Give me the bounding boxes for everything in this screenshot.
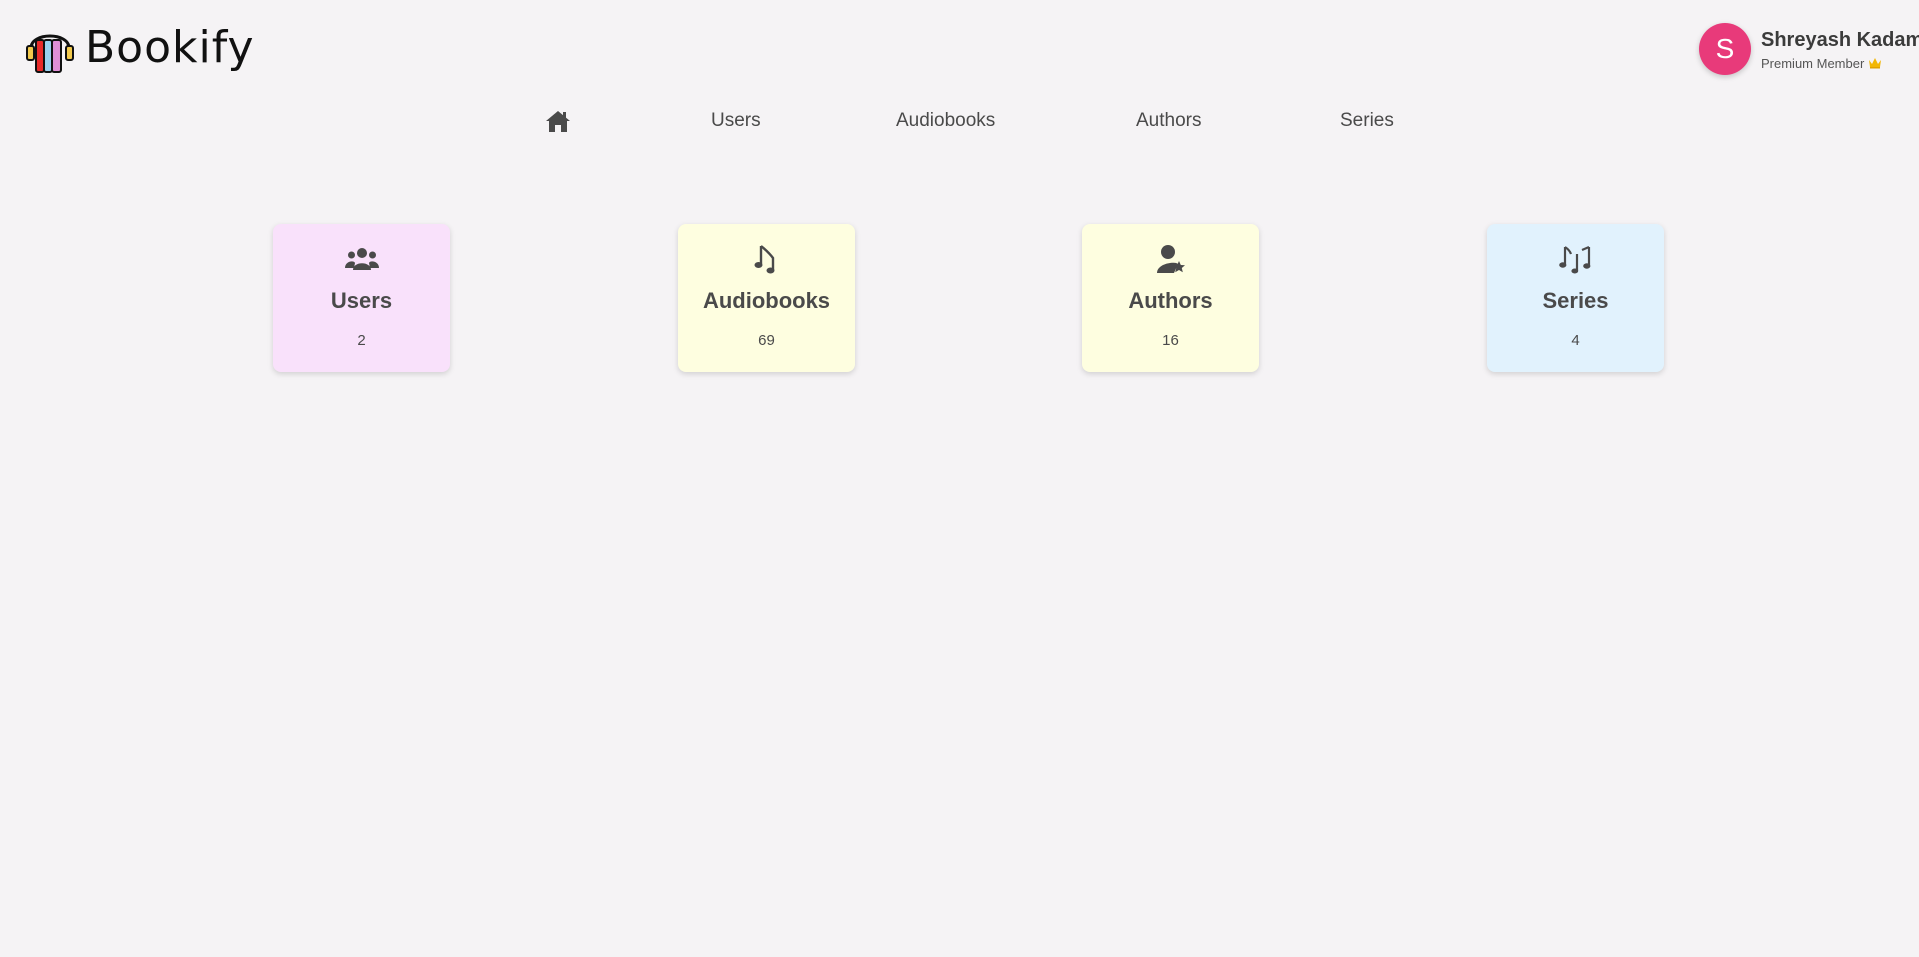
card-series-count: 4 [1571,332,1580,349]
card-users[interactable]: Users 2 [273,224,450,372]
nav-users[interactable]: Users [711,105,761,137]
main-nav: Users Audiobooks Authors Series [0,105,1919,137]
user-profile[interactable]: S Shreyash Kadam Premium Member [1699,22,1919,76]
avatar[interactable]: S [1699,23,1751,75]
card-authors[interactable]: Authors 16 [1082,224,1259,372]
card-audiobooks-title: Audiobooks [702,288,831,313]
card-users-title: Users [330,288,393,313]
nav-audiobooks[interactable]: Audiobooks [896,105,995,137]
profile-name: Shreyash Kadam [1761,28,1919,51]
card-audiobooks[interactable]: Audiobooks 69 [678,224,855,372]
home-icon [546,111,570,132]
profile-tier: Premium Member [1761,56,1919,71]
card-authors-title: Authors [1128,288,1213,313]
card-series[interactable]: Series 4 [1487,224,1664,372]
card-authors-count: 16 [1162,332,1179,349]
app-logo[interactable]: Bookify [25,20,255,76]
nav-authors[interactable]: Authors [1136,105,1201,137]
card-series-title: Series [1542,288,1609,313]
music-note-icon [754,242,780,276]
card-users-count: 2 [357,332,366,349]
nav-series[interactable]: Series [1340,105,1394,137]
users-icon [344,242,379,276]
user-star-icon [1156,242,1186,276]
profile-tier-label: Premium Member [1761,55,1865,71]
logo-headphones-books-icon [26,34,74,73]
logo-text: Bookify [85,22,255,73]
nav-home[interactable] [545,105,571,137]
card-audiobooks-count: 69 [758,332,775,349]
crown-icon [1869,58,1882,69]
profile-info: Shreyash Kadam Premium Member [1761,28,1919,71]
music-notes-icon [1558,242,1593,276]
